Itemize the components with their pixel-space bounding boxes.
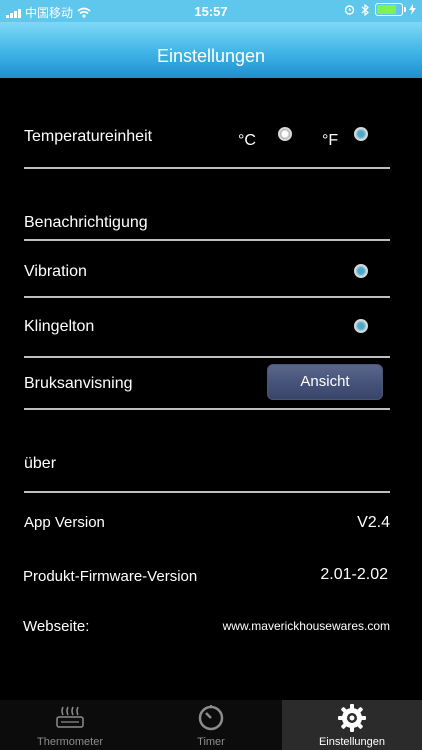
tab-settings-label: Einstellungen: [318, 736, 386, 748]
tab-bar: Thermometer Timer Einstellungen: [0, 700, 422, 750]
app-version-value: V2.4: [357, 514, 390, 531]
website-label: Webseite:: [23, 618, 90, 635]
manual-label: Bruksanvisning: [24, 375, 133, 392]
divider: [24, 239, 390, 241]
navigation-bar: Einstellungen: [0, 22, 422, 78]
bluetooth-icon: [361, 3, 369, 16]
tab-thermometer[interactable]: Thermometer: [0, 700, 140, 750]
divider: [24, 356, 390, 358]
about-label: über: [24, 455, 57, 472]
ringtone-label: Klingelton: [24, 318, 95, 335]
thermometer-icon: [56, 706, 84, 728]
tab-timer[interactable]: Timer: [141, 700, 281, 750]
status-bar: 中国移动 15:57: [0, 0, 422, 22]
ringtone-radio[interactable]: [354, 319, 368, 333]
firmware-value: 2.01-2.02: [320, 566, 388, 583]
vibration-label: Vibration: [24, 263, 87, 280]
celsius-radio[interactable]: [278, 127, 292, 141]
firmware-label: Produkt-Firmware-Version: [23, 568, 198, 585]
temperature-unit-label: Temperatureinheit: [24, 128, 153, 145]
charging-icon: [409, 4, 416, 15]
tab-settings[interactable]: Einstellungen: [282, 700, 422, 750]
alarm-icon: [344, 5, 355, 15]
page-title: Einstellungen: [156, 46, 266, 66]
tab-thermometer-label: Thermometer: [36, 736, 104, 748]
website-link[interactable]: www.maverickhousewares.com: [223, 619, 390, 633]
gear-icon: [338, 704, 366, 732]
fahrenheit-label: °F: [322, 132, 339, 149]
divider: [24, 167, 390, 169]
divider: [24, 408, 390, 410]
battery-icon: [375, 3, 406, 16]
vibration-radio[interactable]: [354, 264, 368, 278]
app-version-label: App Version: [24, 514, 105, 531]
timer-icon: [198, 705, 224, 731]
battery-fill: [377, 5, 396, 14]
divider: [24, 296, 390, 298]
celsius-label: °C: [238, 132, 256, 149]
divider: [24, 491, 390, 493]
notification-label: Benachrichtigung: [24, 214, 148, 231]
status-right: [344, 3, 416, 16]
view-manual-button[interactable]: Ansicht: [267, 364, 383, 400]
tab-timer-label: Timer: [197, 736, 225, 748]
fahrenheit-radio[interactable]: [354, 127, 368, 141]
